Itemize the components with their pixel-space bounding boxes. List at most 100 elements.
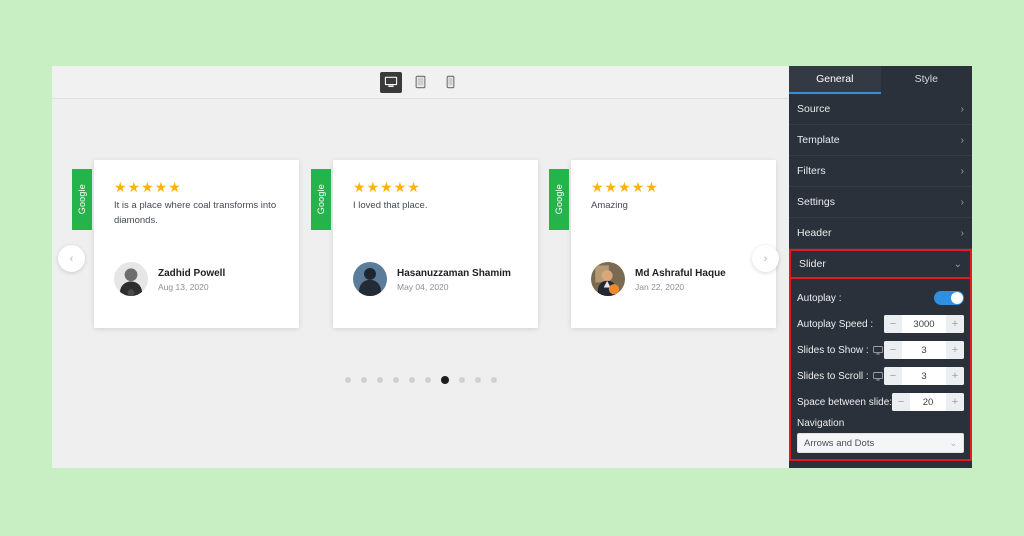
increment-button[interactable]: +	[946, 315, 964, 333]
space-between-value[interactable]: 20	[910, 393, 946, 411]
google-badge-label: Google	[316, 184, 326, 215]
navigation-label: Navigation	[797, 418, 845, 429]
accordion-item-header[interactable]: Header ›	[789, 218, 972, 249]
review-text: I loved that place.	[353, 200, 428, 211]
chevron-left-icon: ‹	[69, 252, 74, 265]
autoplay-speed-value[interactable]: 3000	[902, 315, 946, 333]
slider-next-button[interactable]: ›	[752, 245, 779, 272]
navigation-select[interactable]: Arrows and Dots ⌄	[797, 433, 964, 453]
reviewer-name: Md Ashraful Haque	[635, 267, 726, 279]
increment-button[interactable]: +	[946, 341, 964, 359]
slider-settings-group: Autoplay : Autoplay Speed : − 3000 + Sli…	[789, 279, 972, 461]
accordion-label: Settings	[797, 196, 835, 208]
avatar-image	[114, 262, 148, 296]
pagination-dot[interactable]	[408, 377, 415, 383]
pagination-dot[interactable]	[424, 377, 431, 383]
tab-general-label: General	[816, 73, 854, 85]
review-text: It is a place where coal transforms into…	[114, 200, 277, 226]
review-card[interactable]: Google ★★★★★ I loved that place. Hasanuz…	[311, 160, 538, 328]
device-tablet-button[interactable]	[410, 72, 432, 93]
pagination-dot[interactable]	[392, 377, 399, 383]
pagination-dot[interactable]	[376, 377, 383, 383]
decrement-button[interactable]: −	[892, 393, 911, 411]
accordion-item-template[interactable]: Template ›	[789, 125, 972, 156]
pagination-dot[interactable]	[474, 377, 481, 383]
accordion-label: Slider	[799, 258, 826, 270]
setting-autoplay: Autoplay :	[797, 285, 964, 311]
avatar-image	[591, 262, 625, 296]
increment-button[interactable]: +	[946, 393, 964, 411]
review-card[interactable]: Google ★★★★★ It is a place where coal tr…	[72, 160, 299, 328]
slider-prev-button[interactable]: ‹	[58, 245, 85, 272]
chevron-down-icon: ⌄	[949, 437, 957, 448]
setting-autoplay-speed: Autoplay Speed : − 3000 +	[797, 311, 964, 337]
autoplay-label: Autoplay :	[797, 292, 842, 304]
star-rating: ★★★★★	[353, 179, 421, 195]
slider-pagination-dots	[52, 376, 789, 384]
avatar	[591, 262, 625, 296]
autoplay-speed-label: Autoplay Speed :	[797, 318, 874, 330]
setting-space-between: Space between slide: − 20 +	[797, 389, 964, 415]
star-rating: ★★★★★	[591, 179, 659, 195]
setting-slides-to-scroll: Slides to Scroll : − 3 +	[797, 363, 964, 389]
reviewer-name: Zadhid Powell	[158, 267, 226, 279]
google-source-badge: Google	[311, 169, 331, 230]
avatar	[353, 262, 387, 296]
chevron-right-icon: ›	[763, 252, 768, 265]
tab-style-label: Style	[914, 73, 938, 85]
accordion-item-slider[interactable]: Slider ⌄	[789, 249, 972, 279]
google-badge-label: Google	[554, 184, 564, 215]
space-between-stepper[interactable]: − 20 +	[892, 393, 964, 411]
settings-accordion: Source › Template › Filters › Settings ›…	[789, 94, 972, 279]
reviewer: Zadhid Powell Aug 13, 2020	[114, 262, 225, 296]
reviews-slider: Google ★★★★★ It is a place where coal tr…	[52, 100, 789, 468]
pagination-dot[interactable]	[344, 377, 351, 383]
star-rating: ★★★★★	[114, 179, 182, 195]
pagination-dot[interactable]	[490, 377, 497, 383]
accordion-item-filters[interactable]: Filters ›	[789, 156, 972, 187]
monitor-icon[interactable]	[872, 371, 883, 381]
pagination-dot[interactable]	[458, 377, 465, 383]
slides-to-show-value[interactable]: 3	[902, 341, 946, 359]
review-date: Aug 13, 2020	[158, 281, 209, 292]
widget-settings-panel: General Style Source › Template › Filter…	[789, 66, 972, 468]
slides-to-scroll-value[interactable]: 3	[902, 367, 946, 385]
tab-general[interactable]: General	[789, 66, 881, 94]
google-source-badge: Google	[549, 169, 569, 230]
pagination-dot[interactable]	[440, 376, 449, 384]
navigation-selected-value: Arrows and Dots	[804, 437, 875, 449]
pagination-dot[interactable]	[360, 377, 367, 383]
avatar	[114, 262, 148, 296]
accordion-item-source[interactable]: Source ›	[789, 94, 972, 125]
review-text: Amazing	[591, 200, 628, 211]
reviewer: Md Ashraful Haque Jan 22, 2020	[591, 262, 726, 296]
decrement-button[interactable]: −	[884, 315, 902, 333]
device-preview-toolbar	[52, 66, 789, 99]
decrement-button[interactable]: −	[884, 367, 902, 385]
chevron-right-icon: ›	[960, 134, 964, 146]
slides-to-show-label: Slides to Show :	[797, 345, 883, 356]
mobile-icon	[446, 75, 455, 89]
reviewer: Hasanuzzaman Shamim May 04, 2020	[353, 262, 511, 296]
device-desktop-button[interactable]	[379, 71, 402, 93]
accordion-item-settings[interactable]: Settings ›	[789, 187, 972, 218]
avatar-image	[353, 262, 387, 296]
autoplay-speed-stepper[interactable]: − 3000 +	[884, 315, 964, 333]
chevron-right-icon: ›	[960, 227, 964, 239]
chevron-down-icon: ⌄	[953, 258, 962, 270]
review-card[interactable]: Google ★★★★★ Amazing Md Ashraful Haque J…	[549, 160, 776, 328]
accordion-label: Template	[797, 134, 840, 146]
slides-to-show-stepper[interactable]: − 3 +	[884, 341, 964, 359]
slides-to-scroll-label: Slides to Scroll :	[797, 371, 883, 382]
slides-to-scroll-stepper[interactable]: − 3 +	[884, 367, 964, 385]
device-mobile-button[interactable]	[440, 72, 462, 93]
space-between-label: Space between slide:	[797, 396, 893, 408]
autoplay-toggle[interactable]	[934, 291, 964, 305]
slides-to-show-text: Slides to Show :	[797, 344, 869, 356]
chevron-right-icon: ›	[960, 165, 964, 177]
tab-style[interactable]: Style	[881, 66, 973, 94]
decrement-button[interactable]: −	[884, 341, 902, 359]
increment-button[interactable]: +	[946, 367, 964, 385]
monitor-icon[interactable]	[872, 345, 883, 355]
accordion-label: Header	[797, 227, 832, 239]
